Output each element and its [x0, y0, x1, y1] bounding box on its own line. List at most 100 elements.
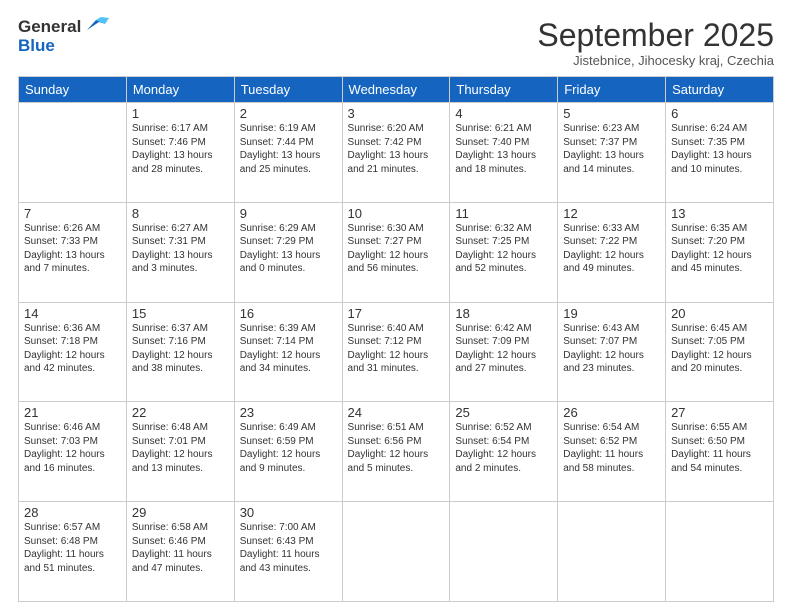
- cell-content: Sunrise: 6:26 AMSunset: 7:33 PMDaylight:…: [24, 222, 121, 276]
- cell-content: Sunrise: 6:57 AMSunset: 6:48 PMDaylight:…: [24, 521, 121, 575]
- day-number: 30: [240, 505, 337, 520]
- day-number: 29: [132, 505, 229, 520]
- weekday-header-saturday: Saturday: [666, 77, 774, 103]
- calendar-cell: 1Sunrise: 6:17 AMSunset: 7:46 PMDaylight…: [126, 103, 234, 203]
- calendar-cell: 25Sunrise: 6:52 AMSunset: 6:54 PMDayligh…: [450, 402, 558, 502]
- calendar-cell: 10Sunrise: 6:30 AMSunset: 7:27 PMDayligh…: [342, 202, 450, 302]
- day-number: 5: [563, 106, 660, 121]
- calendar-cell: 2Sunrise: 6:19 AMSunset: 7:44 PMDaylight…: [234, 103, 342, 203]
- cell-content: Sunrise: 6:23 AMSunset: 7:37 PMDaylight:…: [563, 122, 660, 176]
- calendar-cell: 6Sunrise: 6:24 AMSunset: 7:35 PMDaylight…: [666, 103, 774, 203]
- page-header: General Blue September 2025 Jistebnice, …: [18, 18, 774, 68]
- calendar-cell: 3Sunrise: 6:20 AMSunset: 7:42 PMDaylight…: [342, 103, 450, 203]
- day-number: 25: [455, 405, 552, 420]
- day-number: 27: [671, 405, 768, 420]
- cell-content: Sunrise: 6:43 AMSunset: 7:07 PMDaylight:…: [563, 322, 660, 376]
- day-number: 28: [24, 505, 121, 520]
- calendar-cell: 24Sunrise: 6:51 AMSunset: 6:56 PMDayligh…: [342, 402, 450, 502]
- calendar-cell: 13Sunrise: 6:35 AMSunset: 7:20 PMDayligh…: [666, 202, 774, 302]
- calendar-cell: 26Sunrise: 6:54 AMSunset: 6:52 PMDayligh…: [558, 402, 666, 502]
- day-number: 22: [132, 405, 229, 420]
- weekday-header-thursday: Thursday: [450, 77, 558, 103]
- day-number: 15: [132, 306, 229, 321]
- calendar-cell: 5Sunrise: 6:23 AMSunset: 7:37 PMDaylight…: [558, 103, 666, 203]
- calendar-week-row: 21Sunrise: 6:46 AMSunset: 7:03 PMDayligh…: [19, 402, 774, 502]
- day-number: 3: [348, 106, 445, 121]
- cell-content: Sunrise: 6:30 AMSunset: 7:27 PMDaylight:…: [348, 222, 445, 276]
- day-number: 18: [455, 306, 552, 321]
- cell-content: Sunrise: 6:46 AMSunset: 7:03 PMDaylight:…: [24, 421, 121, 475]
- cell-content: Sunrise: 6:32 AMSunset: 7:25 PMDaylight:…: [455, 222, 552, 276]
- day-number: 14: [24, 306, 121, 321]
- cell-content: Sunrise: 6:21 AMSunset: 7:40 PMDaylight:…: [455, 122, 552, 176]
- cell-content: Sunrise: 6:48 AMSunset: 7:01 PMDaylight:…: [132, 421, 229, 475]
- weekday-header-tuesday: Tuesday: [234, 77, 342, 103]
- calendar-cell: 22Sunrise: 6:48 AMSunset: 7:01 PMDayligh…: [126, 402, 234, 502]
- month-title: September 2025: [537, 18, 774, 53]
- day-number: 9: [240, 206, 337, 221]
- cell-content: Sunrise: 6:54 AMSunset: 6:52 PMDaylight:…: [563, 421, 660, 475]
- cell-content: Sunrise: 6:29 AMSunset: 7:29 PMDaylight:…: [240, 222, 337, 276]
- cell-content: Sunrise: 6:42 AMSunset: 7:09 PMDaylight:…: [455, 322, 552, 376]
- logo-bird-icon: [83, 16, 109, 36]
- calendar-cell: 20Sunrise: 6:45 AMSunset: 7:05 PMDayligh…: [666, 302, 774, 402]
- cell-content: Sunrise: 6:20 AMSunset: 7:42 PMDaylight:…: [348, 122, 445, 176]
- calendar-week-row: 1Sunrise: 6:17 AMSunset: 7:46 PMDaylight…: [19, 103, 774, 203]
- cell-content: Sunrise: 6:45 AMSunset: 7:05 PMDaylight:…: [671, 322, 768, 376]
- cell-content: Sunrise: 6:39 AMSunset: 7:14 PMDaylight:…: [240, 322, 337, 376]
- calendar-cell: 15Sunrise: 6:37 AMSunset: 7:16 PMDayligh…: [126, 302, 234, 402]
- cell-content: Sunrise: 6:51 AMSunset: 6:56 PMDaylight:…: [348, 421, 445, 475]
- day-number: 20: [671, 306, 768, 321]
- calendar-week-row: 28Sunrise: 6:57 AMSunset: 6:48 PMDayligh…: [19, 502, 774, 602]
- calendar-cell: 27Sunrise: 6:55 AMSunset: 6:50 PMDayligh…: [666, 402, 774, 502]
- cell-content: Sunrise: 6:17 AMSunset: 7:46 PMDaylight:…: [132, 122, 229, 176]
- calendar-cell: 29Sunrise: 6:58 AMSunset: 6:46 PMDayligh…: [126, 502, 234, 602]
- calendar-table: SundayMondayTuesdayWednesdayThursdayFrid…: [18, 76, 774, 602]
- title-block: September 2025 Jistebnice, Jihocesky kra…: [537, 18, 774, 68]
- calendar-cell: 30Sunrise: 7:00 AMSunset: 6:43 PMDayligh…: [234, 502, 342, 602]
- calendar-cell: 9Sunrise: 6:29 AMSunset: 7:29 PMDaylight…: [234, 202, 342, 302]
- day-number: 24: [348, 405, 445, 420]
- day-number: 13: [671, 206, 768, 221]
- logo-general: General: [18, 18, 81, 37]
- calendar-cell: 23Sunrise: 6:49 AMSunset: 6:59 PMDayligh…: [234, 402, 342, 502]
- cell-content: Sunrise: 6:40 AMSunset: 7:12 PMDaylight:…: [348, 322, 445, 376]
- cell-content: Sunrise: 7:00 AMSunset: 6:43 PMDaylight:…: [240, 521, 337, 575]
- day-number: 10: [348, 206, 445, 221]
- calendar-cell: [450, 502, 558, 602]
- day-number: 23: [240, 405, 337, 420]
- day-number: 17: [348, 306, 445, 321]
- weekday-header-wednesday: Wednesday: [342, 77, 450, 103]
- day-number: 7: [24, 206, 121, 221]
- cell-content: Sunrise: 6:35 AMSunset: 7:20 PMDaylight:…: [671, 222, 768, 276]
- calendar-cell: [342, 502, 450, 602]
- calendar-cell: 7Sunrise: 6:26 AMSunset: 7:33 PMDaylight…: [19, 202, 127, 302]
- calendar-cell: 19Sunrise: 6:43 AMSunset: 7:07 PMDayligh…: [558, 302, 666, 402]
- logo: General Blue: [18, 18, 109, 55]
- calendar-cell: [558, 502, 666, 602]
- logo-blue: Blue: [18, 37, 109, 56]
- calendar-cell: 16Sunrise: 6:39 AMSunset: 7:14 PMDayligh…: [234, 302, 342, 402]
- day-number: 16: [240, 306, 337, 321]
- day-number: 8: [132, 206, 229, 221]
- cell-content: Sunrise: 6:55 AMSunset: 6:50 PMDaylight:…: [671, 421, 768, 475]
- day-number: 26: [563, 405, 660, 420]
- day-number: 11: [455, 206, 552, 221]
- cell-content: Sunrise: 6:33 AMSunset: 7:22 PMDaylight:…: [563, 222, 660, 276]
- calendar-cell: 4Sunrise: 6:21 AMSunset: 7:40 PMDaylight…: [450, 103, 558, 203]
- calendar-cell: 11Sunrise: 6:32 AMSunset: 7:25 PMDayligh…: [450, 202, 558, 302]
- day-number: 4: [455, 106, 552, 121]
- cell-content: Sunrise: 6:36 AMSunset: 7:18 PMDaylight:…: [24, 322, 121, 376]
- calendar-cell: 12Sunrise: 6:33 AMSunset: 7:22 PMDayligh…: [558, 202, 666, 302]
- cell-content: Sunrise: 6:49 AMSunset: 6:59 PMDaylight:…: [240, 421, 337, 475]
- weekday-header-monday: Monday: [126, 77, 234, 103]
- location: Jistebnice, Jihocesky kraj, Czechia: [537, 53, 774, 68]
- calendar-cell: 28Sunrise: 6:57 AMSunset: 6:48 PMDayligh…: [19, 502, 127, 602]
- calendar-cell: 17Sunrise: 6:40 AMSunset: 7:12 PMDayligh…: [342, 302, 450, 402]
- weekday-header-sunday: Sunday: [19, 77, 127, 103]
- calendar-week-row: 14Sunrise: 6:36 AMSunset: 7:18 PMDayligh…: [19, 302, 774, 402]
- day-number: 21: [24, 405, 121, 420]
- calendar-cell: 14Sunrise: 6:36 AMSunset: 7:18 PMDayligh…: [19, 302, 127, 402]
- cell-content: Sunrise: 6:58 AMSunset: 6:46 PMDaylight:…: [132, 521, 229, 575]
- calendar-cell: [19, 103, 127, 203]
